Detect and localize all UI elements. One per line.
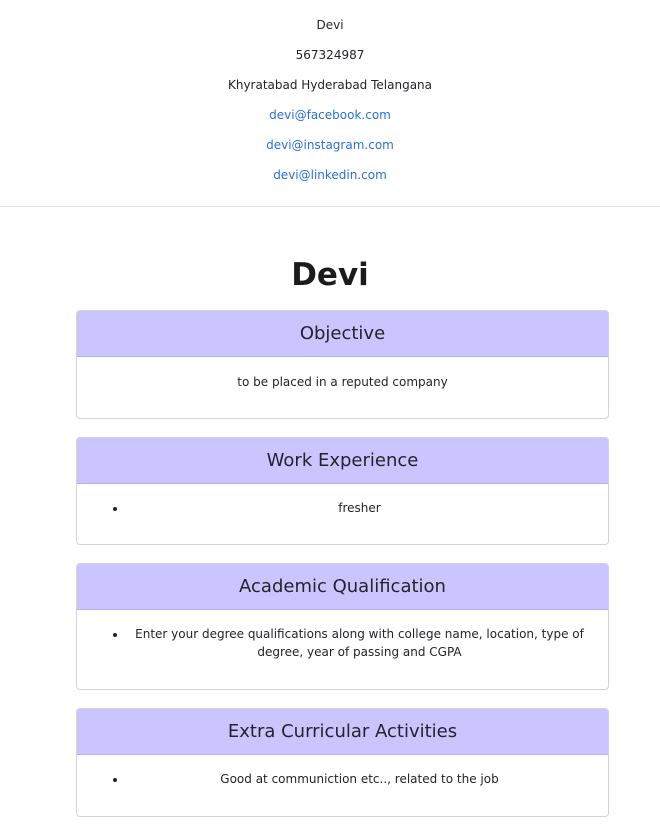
- extra-curricular-card-body: Good at communiction etc.., related to t…: [77, 755, 608, 788]
- facebook-link[interactable]: devi@facebook.com: [0, 107, 660, 123]
- objective-text: to be placed in a reputed company: [237, 375, 448, 389]
- list-item: Enter your degree qualifications along w…: [127, 625, 592, 661]
- objective-card: Objective to be placed in a reputed comp…: [76, 310, 609, 419]
- work-experience-list: fresher: [93, 499, 592, 517]
- contact-header: Devi 567324987 Khyratabad Hyderabad Tela…: [0, 0, 660, 207]
- instagram-link[interactable]: devi@instagram.com: [0, 137, 660, 153]
- extra-curricular-list: Good at communiction etc.., related to t…: [93, 770, 592, 788]
- page-title: Devi: [291, 257, 369, 293]
- objective-card-body: to be placed in a reputed company: [77, 357, 608, 391]
- contact-address: Khyratabad Hyderabad Telangana: [227, 78, 433, 92]
- extra-curricular-card: Extra Curricular Activities Good at comm…: [76, 708, 609, 817]
- academic-qualification-card: Academic Qualification Enter your degree…: [76, 563, 609, 690]
- academic-qualification-card-body: Enter your degree qualifications along w…: [77, 610, 608, 661]
- academic-qualification-list: Enter your degree qualifications along w…: [93, 625, 592, 661]
- work-experience-card-header: Work Experience: [77, 438, 608, 484]
- linkedin-link[interactable]: devi@linkedin.com: [0, 167, 660, 183]
- contact-name: Devi: [316, 18, 344, 32]
- work-experience-card: Work Experience fresher: [76, 437, 609, 545]
- list-item: fresher: [127, 499, 592, 517]
- extra-curricular-card-header: Extra Curricular Activities: [77, 709, 608, 755]
- work-experience-card-body: fresher: [77, 484, 608, 517]
- list-item: Good at communiction etc.., related to t…: [127, 770, 592, 788]
- objective-card-header: Objective: [77, 311, 608, 357]
- academic-qualification-card-header: Academic Qualification: [77, 564, 608, 610]
- contact-phone: 567324987: [295, 48, 365, 62]
